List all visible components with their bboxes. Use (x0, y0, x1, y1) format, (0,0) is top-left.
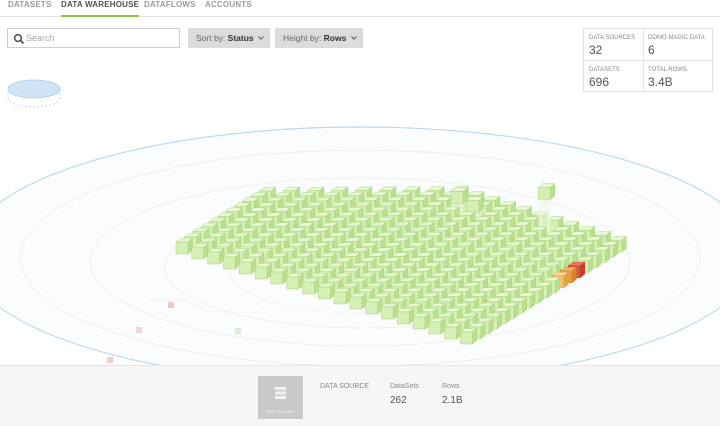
dataset-cube[interactable] (286, 272, 304, 290)
cube-front-face (428, 321, 441, 335)
dataset-cube[interactable] (238, 257, 257, 275)
database-icon (275, 387, 286, 399)
cube-front-face (175, 241, 189, 255)
dataset-cube[interactable] (270, 267, 288, 285)
datasource-detail-bar: Data Providers DATA SOURCE DataSets 262 … (0, 365, 720, 426)
sort-by-value: Status (227, 33, 254, 43)
thumbnail-label: Data Providers (265, 409, 296, 414)
cube-front-face (238, 261, 252, 275)
cube-front-face (207, 251, 220, 265)
rows-label: Rows (442, 383, 460, 390)
datasets-label: DataSets (390, 383, 419, 390)
distant-marker (168, 302, 174, 308)
tab-dataflows[interactable]: DATAFLOWS (144, 0, 196, 17)
cube-front-face (466, 200, 479, 213)
height-by-dropdown[interactable]: Height by: Rows (275, 28, 363, 48)
dataset-cube[interactable] (365, 297, 383, 315)
dataset-cube[interactable] (301, 277, 320, 295)
stat-label: DATA SOURCES (589, 35, 636, 41)
dataset-cube[interactable] (396, 307, 415, 325)
dataset-cube[interactable] (317, 282, 336, 300)
cube-front-face (381, 306, 394, 320)
dataset-cube[interactable] (444, 322, 462, 340)
cube-front-face (365, 301, 378, 315)
sort-by-label: Sort by: (196, 33, 226, 43)
data-warehouse-scene[interactable] (0, 60, 720, 365)
cube-front-face (460, 331, 473, 345)
rows-value: 2.1B (442, 395, 463, 406)
data-provider-thumbnail[interactable]: Data Providers (258, 376, 303, 419)
cube-front-face (349, 296, 362, 310)
chevron-down-icon (351, 36, 357, 40)
stat-label: DOMO MAGIC DATA (648, 35, 705, 41)
dataset-cube[interactable] (349, 292, 367, 310)
reset-view-disc-icon[interactable] (7, 79, 61, 108)
stat-value: 6 (648, 43, 655, 57)
distant-marker (235, 328, 241, 334)
height-by-value: Rows (323, 33, 347, 43)
stat-domo-magic-data: DOMO MAGIC DATA 6 (643, 29, 708, 61)
chevron-down-icon (258, 36, 264, 40)
stat-value: 32 (589, 43, 603, 57)
cube-front-face (254, 266, 268, 280)
cube-front-face (191, 246, 205, 260)
dataset-cube[interactable] (380, 302, 399, 320)
cube-front-face (450, 191, 464, 204)
sort-by-dropdown[interactable]: Sort by: Status (188, 28, 270, 48)
cube-front-face (318, 286, 331, 300)
nav-tabs: DATASETS DATA WAREHOUSE DATAFLOWS ACCOUN… (0, 0, 720, 17)
cube-front-face (397, 311, 410, 325)
cube-front-face (270, 271, 283, 285)
dataset-cube[interactable] (459, 327, 478, 345)
dataset-cube[interactable] (191, 242, 209, 260)
data-source-label: DATA SOURCE (320, 383, 370, 390)
cube-front-face (444, 326, 457, 340)
distant-marker (107, 357, 113, 363)
dataset-cube[interactable] (254, 262, 273, 280)
tab-datasets[interactable]: DATASETS (8, 0, 52, 17)
search-box[interactable] (7, 28, 180, 48)
tab-accounts[interactable]: ACCOUNTS (205, 0, 252, 17)
height-by-label: Height by: (283, 33, 322, 43)
search-input[interactable] (26, 30, 176, 46)
dataset-cube[interactable] (175, 237, 194, 255)
cube-front-face (538, 187, 551, 200)
cube-front-face (223, 256, 236, 270)
cube-front-face (302, 281, 315, 295)
cube-front-face (333, 291, 347, 305)
search-icon (14, 34, 25, 45)
tab-data-warehouse[interactable]: DATA WAREHOUSE (61, 0, 140, 17)
dataset-cube[interactable] (222, 252, 241, 270)
cube-front-face (286, 276, 299, 290)
cube-front-face (412, 316, 426, 330)
dataset-cube[interactable] (333, 287, 352, 305)
dataset-cube[interactable] (428, 317, 446, 335)
distant-marker (136, 327, 142, 333)
datasets-value: 262 (390, 395, 407, 406)
dataset-cube[interactable] (207, 247, 225, 265)
dataset-cube[interactable] (412, 312, 431, 330)
stat-data-sources: DATA SOURCES 32 (584, 29, 649, 61)
